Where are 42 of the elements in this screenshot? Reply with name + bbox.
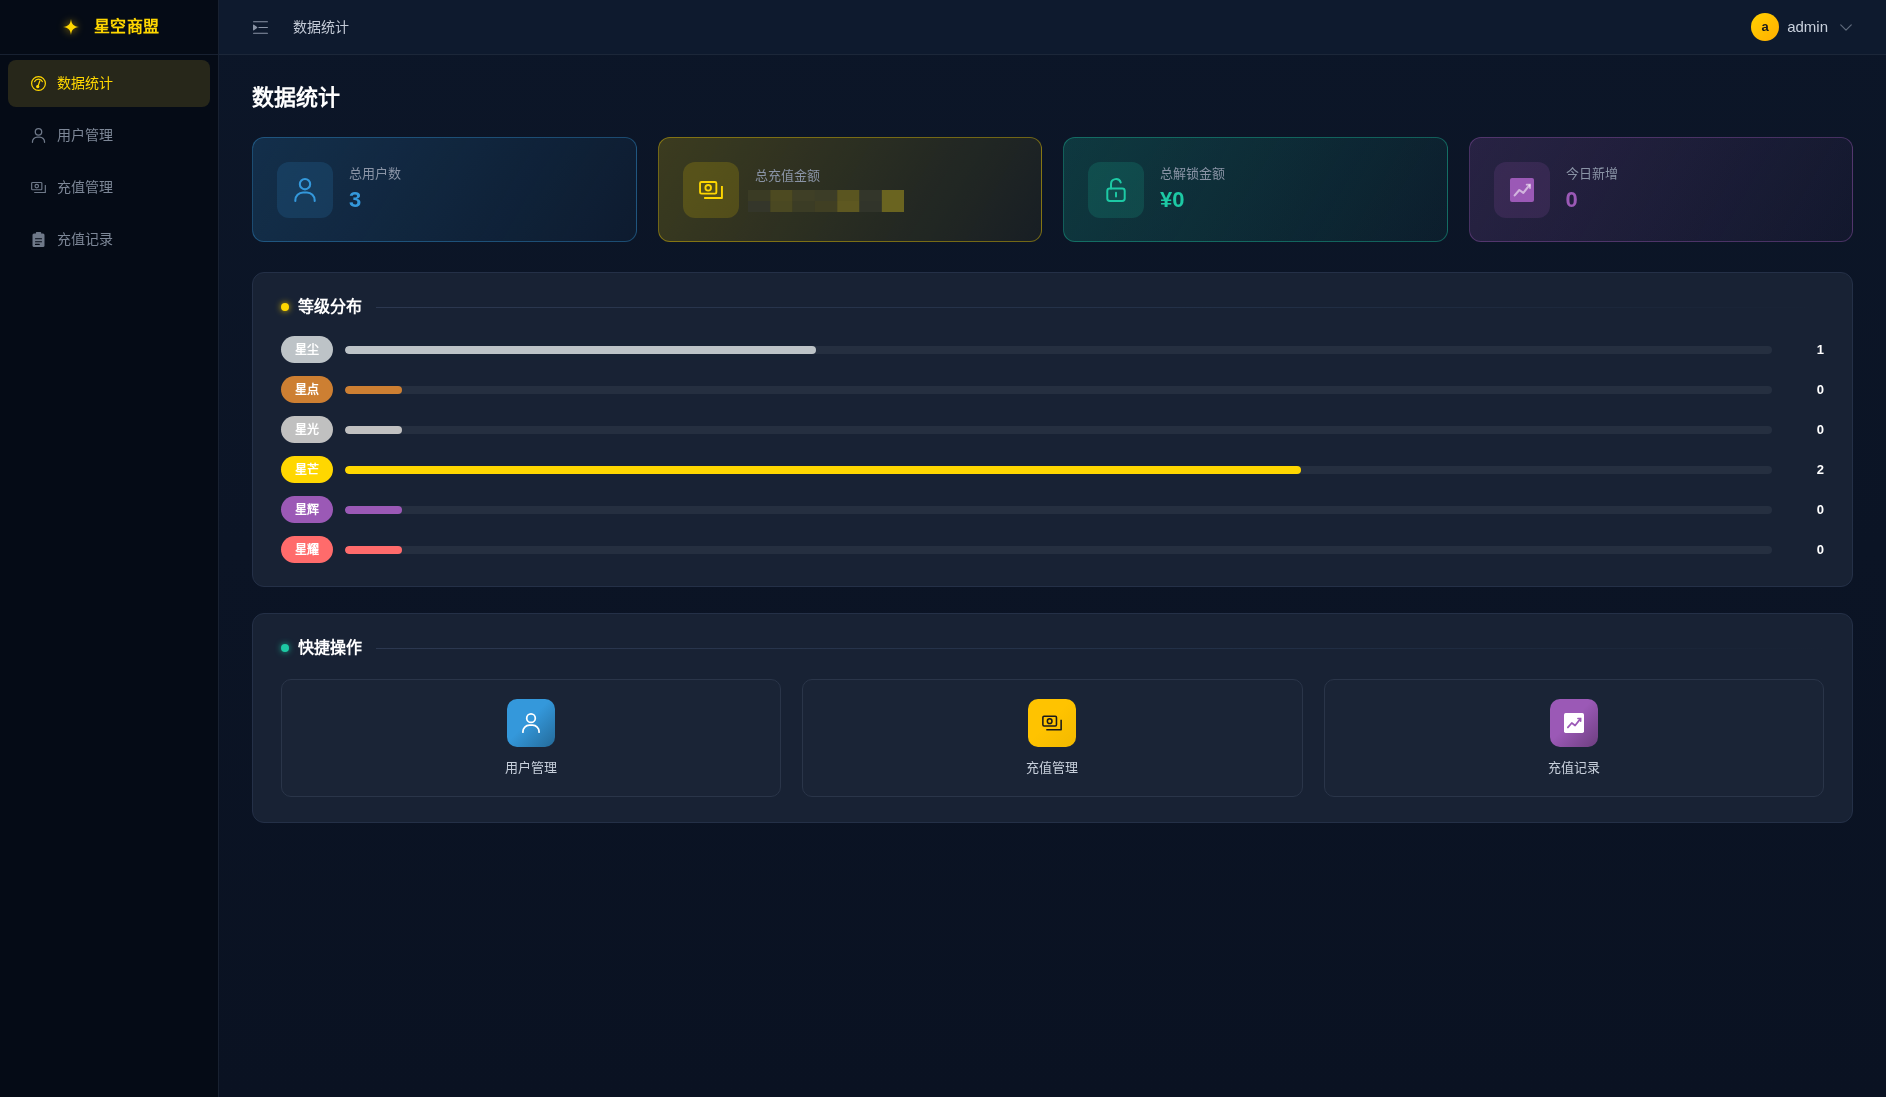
section-title: 快捷操作: [298, 637, 362, 658]
stat-label: 总用户数: [349, 164, 401, 183]
level-tag: 星尘: [281, 336, 333, 363]
sidebar-item[interactable]: 用户管理: [8, 112, 210, 159]
quick-action-card[interactable]: 充值记录: [1323, 679, 1824, 797]
level-tag: 星耀: [281, 536, 333, 563]
level-count: 0: [1815, 420, 1824, 439]
breadcrumb: 数据统计: [293, 17, 349, 37]
quick-action-card[interactable]: 充值管理: [802, 679, 1303, 797]
gauge-icon: [31, 76, 46, 91]
section-title: 等级分布: [298, 297, 362, 317]
level-count: 0: [1815, 540, 1824, 559]
stat-value: ¥0: [1160, 185, 1186, 214]
level-tag: 星辉: [281, 496, 333, 523]
sidebar-item[interactable]: 充值记录: [8, 216, 210, 263]
quick-action-card[interactable]: 用户管理: [281, 679, 782, 797]
clipboard-icon: [31, 232, 46, 247]
user-icon: [31, 128, 46, 143]
menu-icon[interactable]: [253, 20, 268, 34]
level-tag: 星芒: [281, 456, 333, 483]
level-tag: 星点: [281, 376, 333, 403]
stat-value: 0: [1565, 185, 1579, 214]
stat-label: 今日新增: [1565, 164, 1618, 183]
page-title: 数据统计: [252, 84, 340, 112]
stat-label: 总解锁金额: [1160, 164, 1225, 183]
sparkle-icon: [62, 19, 79, 35]
level-count: 0: [1815, 380, 1824, 399]
brand-name: 星空商盟: [93, 17, 160, 37]
dot-icon: [281, 303, 289, 311]
level-count: 1: [1815, 340, 1824, 359]
stat-label: 总充值金额: [754, 167, 821, 185]
sidebar-item[interactable]: 充值管理: [8, 164, 210, 211]
banknote-icon: [31, 180, 46, 195]
chevron-down-icon[interactable]: [1840, 23, 1852, 31]
level-count: 0: [1815, 500, 1824, 519]
sidebar-item[interactable]: 数据统计: [8, 60, 210, 107]
level-tag: 星光: [281, 416, 333, 443]
user-name[interactable]: admin: [1787, 15, 1828, 39]
avatar: a: [1751, 13, 1780, 41]
dot-icon: [281, 644, 289, 652]
level-count: 2: [1815, 460, 1824, 479]
stat-value: 3: [349, 185, 363, 214]
